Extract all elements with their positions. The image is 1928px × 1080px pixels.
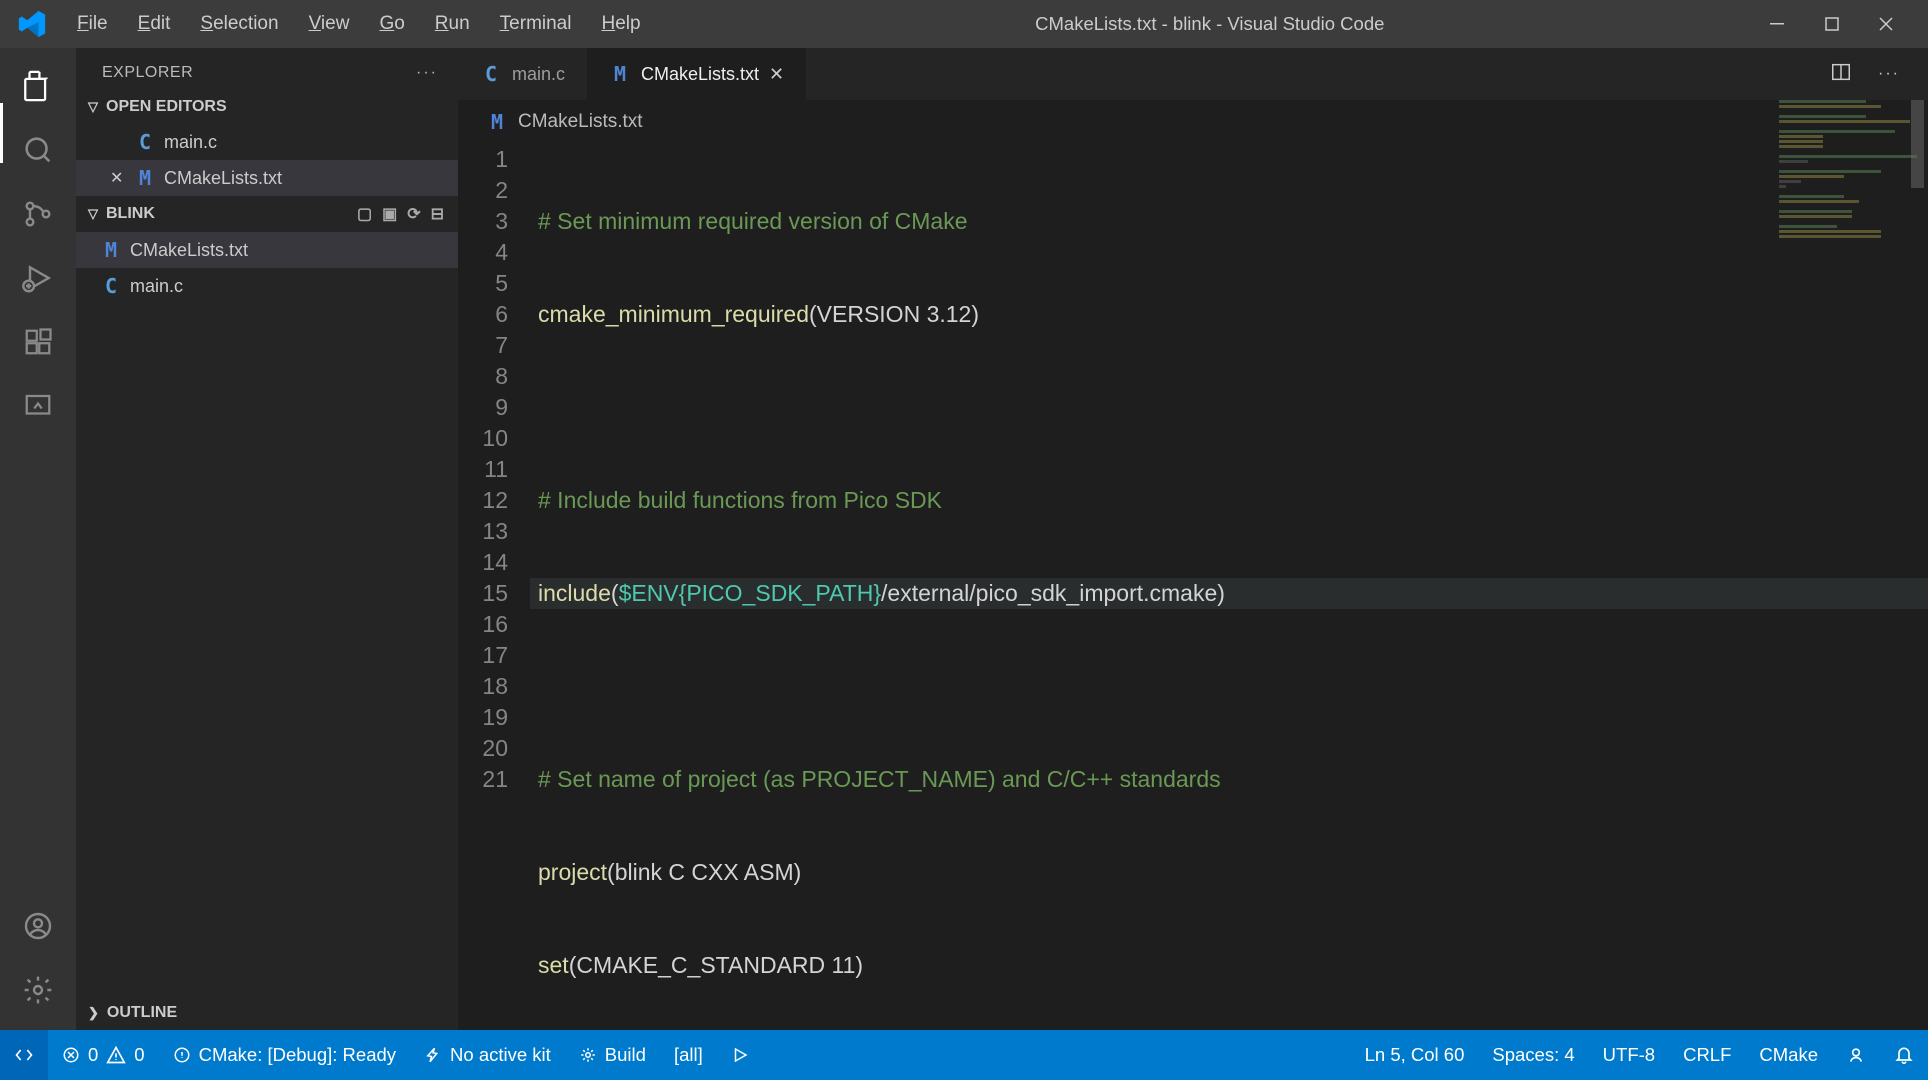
status-eol[interactable]: CRLF xyxy=(1669,1030,1745,1080)
cmake-file-icon: M xyxy=(609,62,631,86)
minimap[interactable] xyxy=(1779,100,1924,310)
status-build[interactable]: Build xyxy=(565,1030,660,1080)
sidebar-title: EXPLORER xyxy=(102,64,193,82)
live-preview-icon[interactable] xyxy=(18,386,58,426)
breadcrumb-label: CMakeLists.txt xyxy=(518,111,643,133)
c-file-icon: C xyxy=(100,274,122,298)
refresh-icon[interactable]: ⟳ xyxy=(407,204,420,224)
title-bar: FFileile Edit Selection View Go Run Term… xyxy=(0,0,1928,48)
status-language[interactable]: CMake xyxy=(1745,1030,1832,1080)
vscode-logo-icon xyxy=(14,6,50,42)
project-header[interactable]: ▽ BLINK ▢ ▣ ⟳ ⊟ xyxy=(76,196,458,232)
tab-cmakelists[interactable]: M CMakeLists.txt ✕ xyxy=(587,48,806,100)
status-kit[interactable]: No active kit xyxy=(410,1030,565,1080)
more-actions-icon[interactable]: ··· xyxy=(1878,65,1900,83)
editor-actions: ··· xyxy=(1830,48,1928,100)
file-label: CMakeLists.txt xyxy=(130,240,248,261)
menu-file[interactable]: FFileile xyxy=(64,8,121,40)
active-indicator xyxy=(0,103,3,163)
source-control-icon[interactable] xyxy=(18,194,58,234)
tab-bar: C main.c M CMakeLists.txt ✕ ··· xyxy=(458,48,1928,100)
tab-main-c[interactable]: C main.c xyxy=(458,48,587,100)
file-main-c[interactable]: C main.c xyxy=(76,268,458,304)
menu-run[interactable]: Run xyxy=(422,8,483,40)
search-icon[interactable] xyxy=(18,130,58,170)
c-file-icon: C xyxy=(134,130,156,154)
tab-label: CMakeLists.txt xyxy=(641,64,759,85)
maximize-icon[interactable] xyxy=(1820,12,1844,36)
split-editor-icon[interactable] xyxy=(1830,61,1852,88)
cmake-file-icon: M xyxy=(134,166,156,190)
breadcrumb[interactable]: M CMakeLists.txt xyxy=(458,100,1928,144)
line-gutter: 123456789101112131415161718192021 xyxy=(458,144,530,1030)
sidebar-header: EXPLORER ··· xyxy=(76,48,458,90)
chevron-down-icon: ▽ xyxy=(88,99,98,115)
editor-area: C main.c M CMakeLists.txt ✕ ··· M CMakeL… xyxy=(458,48,1928,1030)
close-icon[interactable]: ✕ xyxy=(769,64,784,85)
explorer-icon[interactable] xyxy=(18,66,58,106)
menu-terminal[interactable]: Terminal xyxy=(487,8,585,40)
minimize-icon[interactable] xyxy=(1766,12,1790,36)
minimap-viewport[interactable] xyxy=(1911,100,1924,188)
window-title: CMakeLists.txt - blink - Visual Studio C… xyxy=(654,13,1766,35)
chevron-down-icon: ▽ xyxy=(88,206,98,222)
open-editor-main-c[interactable]: C main.c xyxy=(76,124,458,160)
status-bell-icon[interactable] xyxy=(1880,1030,1928,1080)
status-bar: 0 0 CMake: [Debug]: Ready No active kit … xyxy=(0,1030,1928,1080)
window-controls xyxy=(1766,12,1928,36)
settings-gear-icon[interactable] xyxy=(18,970,58,1010)
file-label: CMakeLists.txt xyxy=(164,168,282,189)
file-label: main.c xyxy=(130,276,183,297)
collapse-icon[interactable]: ⊟ xyxy=(431,204,444,224)
file-cmakelists[interactable]: M CMakeLists.txt xyxy=(76,232,458,268)
c-file-icon: C xyxy=(480,62,502,86)
menu-edit[interactable]: Edit xyxy=(125,8,184,40)
status-encoding[interactable]: UTF-8 xyxy=(1589,1030,1669,1080)
chevron-right-icon: ❯ xyxy=(88,1005,99,1021)
activity-bar xyxy=(0,48,76,1030)
status-cursor[interactable]: Ln 5, Col 60 xyxy=(1351,1030,1479,1080)
close-icon[interactable] xyxy=(1874,12,1898,36)
status-variant[interactable]: [all] xyxy=(660,1030,717,1080)
new-file-icon[interactable]: ▢ xyxy=(357,204,372,224)
menu-selection[interactable]: Selection xyxy=(187,8,291,40)
cmake-file-icon: M xyxy=(486,110,508,134)
code-editor[interactable]: 123456789101112131415161718192021 # Set … xyxy=(458,144,1928,1030)
status-cmake[interactable]: CMake: [Debug]: Ready xyxy=(159,1030,410,1080)
project-actions: ▢ ▣ ⟳ ⊟ xyxy=(357,204,444,224)
accounts-icon[interactable] xyxy=(18,906,58,946)
run-debug-icon[interactable] xyxy=(18,258,58,298)
menu-go[interactable]: Go xyxy=(366,8,417,40)
menu-help[interactable]: Help xyxy=(588,8,653,40)
open-editors-header[interactable]: ▽ OPEN EDITORS xyxy=(76,90,458,124)
new-folder-icon[interactable]: ▣ xyxy=(382,204,397,224)
sidebar-more-icon[interactable]: ··· xyxy=(416,64,438,82)
status-spaces[interactable]: Spaces: 4 xyxy=(1478,1030,1588,1080)
menu-view[interactable]: View xyxy=(296,8,363,40)
open-editor-cmakelists[interactable]: ✕ M CMakeLists.txt xyxy=(76,160,458,196)
status-debug-run[interactable] xyxy=(717,1030,763,1080)
menu-bar: FFileile Edit Selection View Go Run Term… xyxy=(64,8,654,40)
tab-label: main.c xyxy=(512,64,565,85)
file-label: main.c xyxy=(164,132,217,153)
remote-indicator[interactable] xyxy=(0,1030,48,1080)
extensions-icon[interactable] xyxy=(18,322,58,362)
outline-header[interactable]: ❯ OUTLINE xyxy=(76,996,458,1030)
cmake-file-icon: M xyxy=(100,238,122,262)
status-feedback-icon[interactable] xyxy=(1832,1030,1880,1080)
close-icon[interactable]: ✕ xyxy=(110,168,126,188)
status-problems[interactable]: 0 0 xyxy=(48,1030,159,1080)
sidebar: EXPLORER ··· ▽ OPEN EDITORS C main.c ✕ M… xyxy=(76,48,458,1030)
